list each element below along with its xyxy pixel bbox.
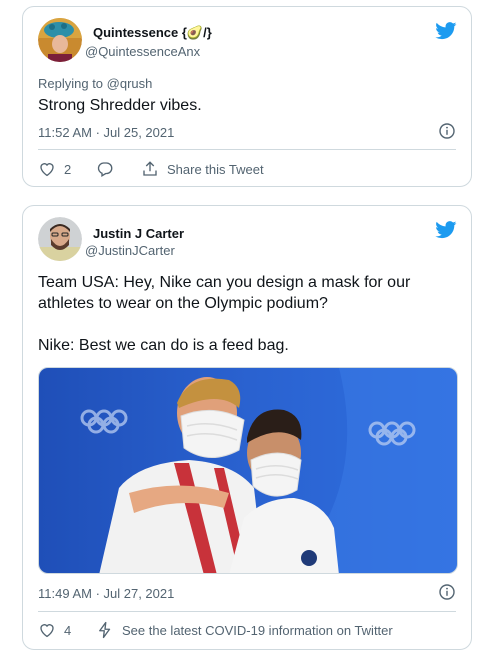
divider [38, 149, 456, 150]
replying-prefix: Replying to [38, 76, 107, 91]
user-handle[interactable]: @JustinJCarter [85, 243, 175, 258]
lightning-icon [99, 621, 111, 639]
heart-icon [40, 163, 54, 177]
info-icon[interactable] [439, 584, 455, 600]
replying-to-handle[interactable]: @qrush [107, 76, 153, 91]
twitter-bird-icon[interactable] [435, 22, 457, 40]
covid-info-label: See the latest COVID-19 information on T… [122, 622, 393, 638]
tweet-card[interactable]: Quintessence {🥑/} @QuintessenceAnx Reply… [22, 6, 472, 187]
divider [38, 611, 456, 612]
avatar[interactable] [38, 217, 82, 261]
tweet-timestamp[interactable]: 11:49 AM · Jul 27, 2021 [38, 586, 174, 601]
tweet-photo[interactable] [38, 367, 458, 574]
action-bar: 4 See the latest COVID-19 information on… [38, 620, 456, 640]
share-button[interactable]: Share this Tweet [141, 160, 264, 178]
info-icon[interactable] [439, 123, 455, 139]
reply-icon [97, 162, 113, 177]
athletes-photo [39, 368, 457, 573]
tweet-text: Strong Shredder vibes. [38, 97, 202, 114]
action-bar: 2 Share this Tweet [38, 159, 456, 179]
share-label: Share this Tweet [167, 161, 264, 177]
like-button[interactable]: 2 [38, 160, 96, 178]
heart-icon [40, 624, 54, 638]
display-name[interactable]: Justin J Carter [93, 226, 184, 241]
tweet-card[interactable]: Justin J Carter @JustinJCarter Team USA:… [22, 205, 472, 650]
user-handle[interactable]: @QuintessenceAnx [85, 44, 200, 59]
share-icon [143, 161, 157, 176]
tweet-timestamp[interactable]: 11:52 AM · Jul 25, 2021 [38, 125, 174, 140]
tweet-text: Team USA: Hey, Nike can you design a mas… [38, 274, 411, 354]
covid-info-link[interactable]: See the latest COVID-19 information on T… [96, 621, 393, 639]
replying-to: Replying to @qrush [38, 76, 152, 91]
avatar[interactable] [38, 18, 82, 62]
like-count: 2 [64, 161, 72, 177]
twitter-bird-icon[interactable] [435, 221, 457, 239]
like-count: 4 [64, 622, 72, 638]
like-button[interactable]: 4 [38, 621, 96, 639]
reply-button[interactable] [96, 160, 141, 178]
display-name[interactable]: Quintessence {🥑/} [93, 25, 212, 41]
